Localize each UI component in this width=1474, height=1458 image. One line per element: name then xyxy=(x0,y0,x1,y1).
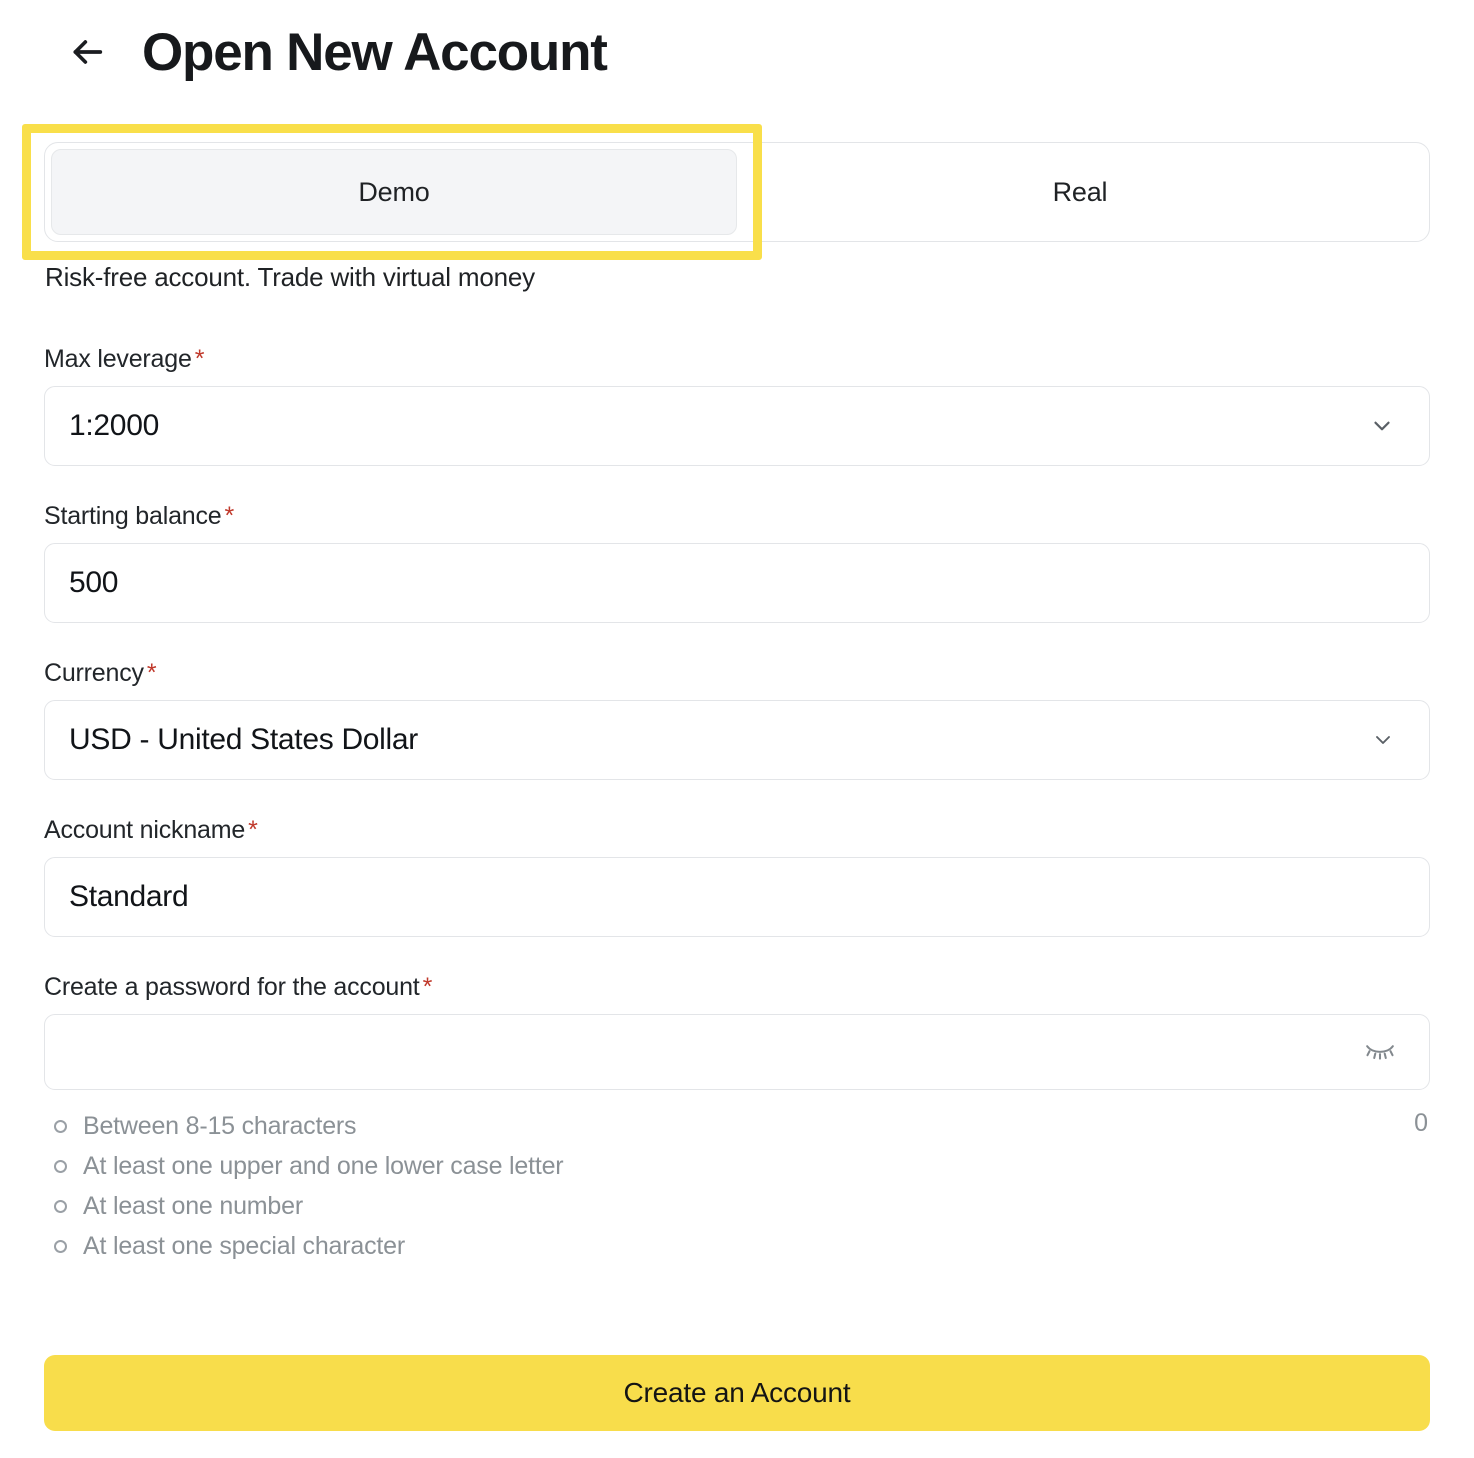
currency-label-text: Currency xyxy=(44,659,144,687)
circle-bullet-icon xyxy=(54,1119,67,1133)
required-asterisk: * xyxy=(422,973,433,1001)
required-asterisk: * xyxy=(194,345,205,373)
password-char-counter: 0 xyxy=(1414,1109,1428,1137)
back-button[interactable] xyxy=(64,29,110,75)
tab-demo[interactable]: Demo xyxy=(51,149,737,235)
password-field-wrapper[interactable] xyxy=(44,1014,1430,1090)
currency-value: USD - United States Dollar xyxy=(69,723,418,756)
tab-real[interactable]: Real xyxy=(737,149,1423,235)
required-asterisk: * xyxy=(248,816,258,844)
create-account-button[interactable]: Create an Account xyxy=(44,1355,1430,1431)
max-leverage-select[interactable]: 1:2000 xyxy=(44,386,1430,466)
circle-bullet-icon xyxy=(54,1239,67,1253)
currency-select[interactable]: USD - United States Dollar xyxy=(44,700,1430,780)
password-requirement-label: At least one upper and one lower case le… xyxy=(83,1151,564,1180)
required-asterisk: * xyxy=(146,659,157,687)
password-requirement-item: At least one upper and one lower case le… xyxy=(44,1146,1430,1186)
password-requirement-label: At least one special character xyxy=(83,1231,405,1260)
page-title: Open New Account xyxy=(142,22,608,82)
field-max-leverage: Max leverage * 1:2000 xyxy=(44,345,1430,466)
open-account-form: Max leverage * 1:2000 Starting balance * 5… xyxy=(44,345,1430,1266)
starting-balance-label-text: Starting balance xyxy=(44,502,222,530)
max-leverage-label: Max leverage * xyxy=(44,345,1430,374)
account-type-description: Risk-free account. Trade with virtual mo… xyxy=(45,262,535,292)
starting-balance-value: 500 xyxy=(69,566,119,599)
password-requirements: 0 Between 8-15 characters At least one u… xyxy=(44,1106,1430,1266)
password-requirement-item: Between 8-15 characters xyxy=(44,1106,1430,1146)
arrow-left-icon xyxy=(67,32,107,72)
field-password: Create a password for the account * 0 Be… xyxy=(44,973,1430,1266)
password-requirement-item: At least one special character xyxy=(44,1226,1430,1266)
password-requirement-label: At least one number xyxy=(83,1191,303,1220)
eye-off-icon xyxy=(1365,1040,1395,1065)
account-type-tab-group: Demo Real xyxy=(22,124,1430,260)
max-leverage-value: 1:2000 xyxy=(69,409,159,442)
currency-label: Currency * xyxy=(44,659,1430,688)
account-nickname-input[interactable]: Standard xyxy=(44,857,1430,937)
password-requirement-label: Between 8-15 characters xyxy=(83,1111,357,1140)
password-label-text: Create a password for the account xyxy=(44,973,420,1001)
max-leverage-label-text: Max leverage xyxy=(44,345,192,373)
account-nickname-label: Account nickname * xyxy=(44,816,1430,845)
account-nickname-value: Standard xyxy=(69,880,189,913)
password-visibility-toggle[interactable] xyxy=(1361,1036,1399,1069)
required-asterisk: * xyxy=(224,502,235,530)
password-requirement-item: At least one number xyxy=(44,1186,1430,1226)
account-type-tabs: Demo Real xyxy=(44,142,1430,242)
starting-balance-input[interactable]: 500 xyxy=(44,543,1430,623)
account-nickname-label-text: Account nickname xyxy=(44,816,246,844)
field-currency: Currency * USD - United States Dollar xyxy=(44,659,1430,780)
open-new-account-screen: Open New Account Demo Real Risk-free acc… xyxy=(0,0,1474,1458)
field-account-nickname: Account nickname * Standard xyxy=(44,816,1430,937)
circle-bullet-icon xyxy=(54,1159,67,1173)
chevron-down-icon xyxy=(1369,413,1395,439)
chevron-down-icon xyxy=(1371,728,1395,752)
circle-bullet-icon xyxy=(54,1199,67,1213)
starting-balance-label: Starting balance * xyxy=(44,502,1430,531)
password-label: Create a password for the account * xyxy=(44,973,1430,1002)
field-starting-balance: Starting balance * 500 xyxy=(44,502,1430,623)
password-input[interactable] xyxy=(69,1035,1405,1069)
page-header: Open New Account xyxy=(0,0,1474,104)
